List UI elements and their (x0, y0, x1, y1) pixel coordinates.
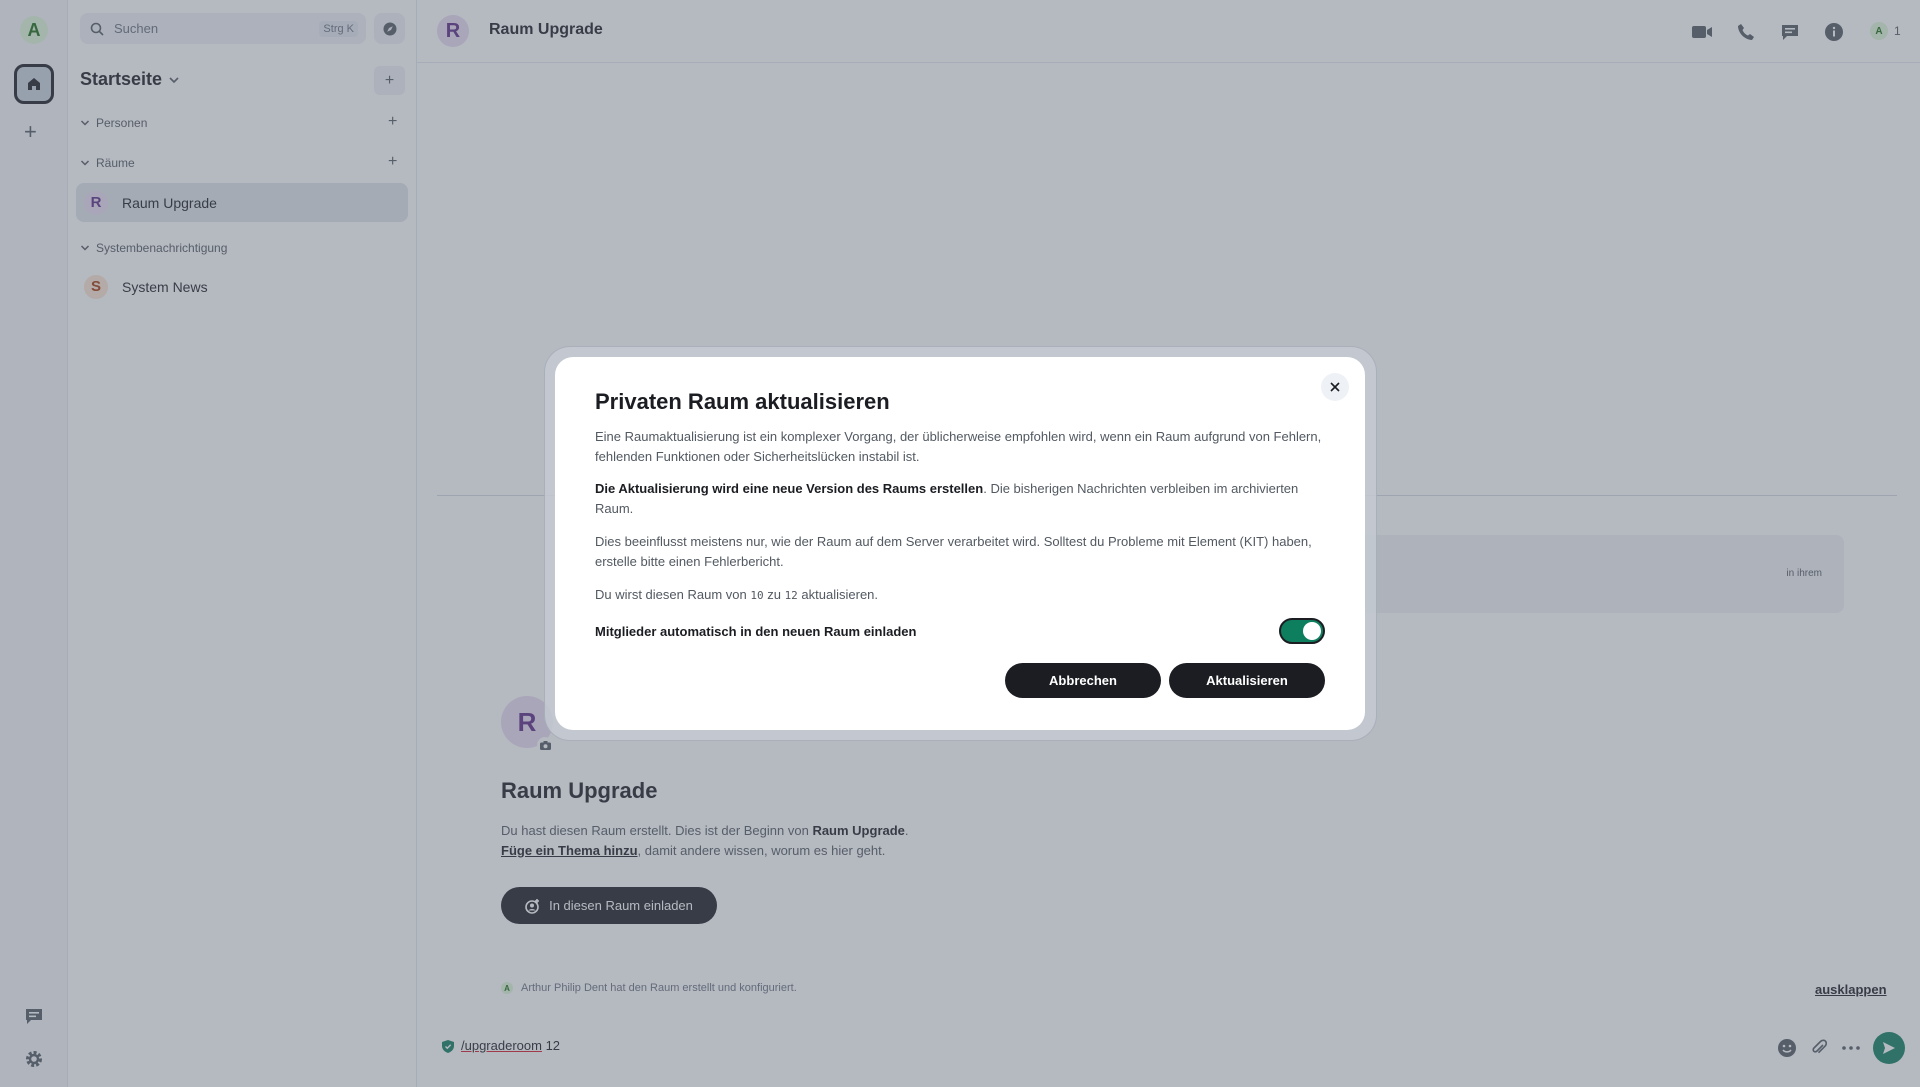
auto-invite-toggle[interactable] (1279, 618, 1325, 644)
upgrade-button[interactable]: Aktualisieren (1169, 663, 1325, 698)
dialog-paragraph-1: Eine Raumaktualisierung ist ein komplexe… (595, 429, 1322, 464)
dialog-paragraph-4: Du wirst diesen Raum von 10 zu 12 aktual… (595, 585, 1335, 606)
version-text-mid: zu (763, 587, 785, 602)
dialog-paragraph-2-bold: Die Aktualisierung wird eine neue Versio… (595, 481, 984, 496)
dialog-title: Privaten Raum aktualisieren (595, 389, 890, 414)
version-to: 12 (784, 589, 798, 602)
version-from: 10 (750, 589, 764, 602)
dialog-paragraph-2: Die Aktualisierung wird eine neue Versio… (595, 479, 1335, 519)
upgrade-room-dialog: Privaten Raum aktualisieren Eine Raumakt… (555, 357, 1365, 730)
close-icon (1330, 382, 1340, 392)
auto-invite-label: Mitglieder automatisch in den neuen Raum… (595, 624, 917, 639)
dialog-paragraph-3: Dies beeinflusst meistens nur, wie der R… (595, 534, 1312, 569)
version-text-prefix: Du wirst diesen Raum von (595, 587, 751, 602)
cancel-button[interactable]: Abbrechen (1005, 663, 1161, 698)
toggle-knob (1303, 622, 1321, 640)
version-text-suffix: aktualisieren. (797, 587, 879, 602)
dialog-close-button[interactable] (1321, 373, 1349, 401)
